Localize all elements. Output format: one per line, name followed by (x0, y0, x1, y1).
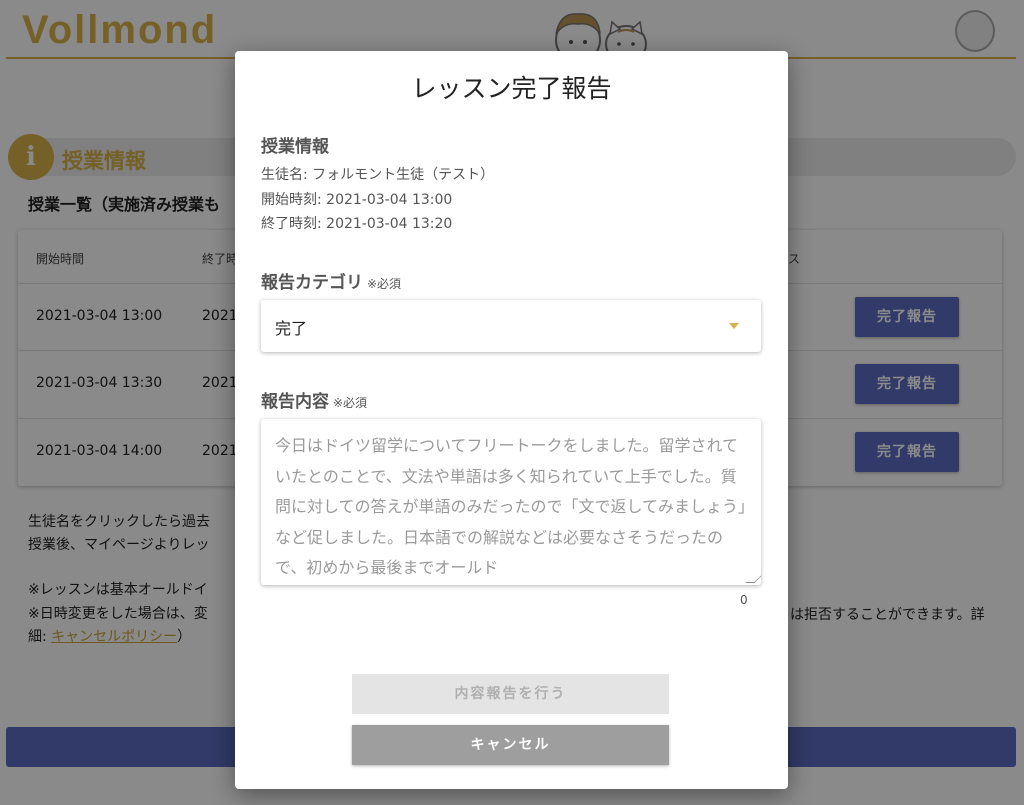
submit-report-button[interactable]: 内容報告を行う (352, 674, 669, 714)
cancel-button[interactable]: キャンセル (352, 725, 669, 765)
report-category-select[interactable]: 完了 (261, 300, 761, 352)
lesson-info-heading: 授業情報 (261, 137, 329, 157)
category-label: 報告カテゴリ ※必須 (261, 268, 401, 293)
chevron-down-icon (729, 323, 739, 329)
content-label-text: 報告内容 (261, 392, 329, 412)
required-mark: ※必須 (367, 277, 402, 291)
student-name: 生徒名: フォルモント生徒（テスト） (261, 167, 495, 183)
char-counter: 0 (740, 593, 748, 607)
start-time: 開始時刻: 2021-03-04 13:00 (261, 192, 453, 208)
end-time: 終了時刻: 2021-03-04 13:20 (261, 216, 453, 232)
dialog-title: レッスン完了報告 (411, 74, 612, 103)
lesson-report-dialog: レッスン完了報告 授業情報 生徒名: フォルモント生徒（テスト） 開始時刻: 2… (235, 51, 788, 789)
textarea-placeholder: 今日はドイツ留学についてフリートークをしました。留学されていたとのことで、文法や… (275, 436, 747, 577)
content-label: 報告内容 ※必須 (261, 387, 367, 412)
select-value: 完了 (275, 319, 308, 338)
required-mark: ※必須 (333, 396, 368, 410)
category-label-text: 報告カテゴリ (261, 273, 363, 293)
report-content-textarea[interactable]: 今日はドイツ留学についてフリートークをしました。留学されていたとのことで、文法や… (261, 419, 761, 585)
